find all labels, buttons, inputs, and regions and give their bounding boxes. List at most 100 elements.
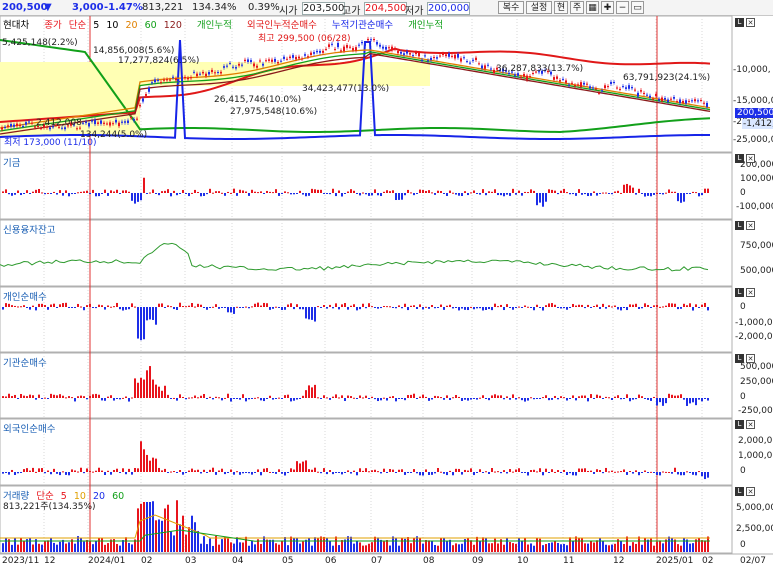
individual-bar xyxy=(461,307,463,309)
volume-bar xyxy=(401,538,403,552)
foreign-bar xyxy=(434,472,436,474)
foreign-bar xyxy=(566,472,568,476)
candle-body xyxy=(301,58,303,60)
candle-body xyxy=(445,54,447,57)
gigeum-bar xyxy=(8,193,10,195)
candle-body xyxy=(652,98,654,100)
individual-bar xyxy=(173,307,175,310)
gigeum-bar xyxy=(683,193,685,202)
candle-body xyxy=(112,123,114,125)
ma-120: 120 xyxy=(163,20,182,31)
panel-close-icon[interactable]: ✕ xyxy=(746,354,755,363)
panel-close-icon[interactable]: ✕ xyxy=(746,18,755,27)
institution-bar xyxy=(470,398,472,400)
individual-bar xyxy=(104,307,106,310)
candle-body xyxy=(403,53,405,55)
institution-bar xyxy=(500,395,502,398)
gigeum-bar xyxy=(524,191,526,193)
candle-body xyxy=(406,51,408,54)
x-tick: 10 xyxy=(517,556,529,566)
gigeum-bar xyxy=(530,189,532,193)
volume-bar xyxy=(20,537,22,552)
institution-bar xyxy=(161,390,163,398)
institution-bar xyxy=(182,396,184,398)
individual-bar xyxy=(182,306,184,308)
institution-bar xyxy=(656,398,658,406)
gigeum-bar xyxy=(425,190,427,193)
foreign-bar xyxy=(233,472,235,475)
foreign-bar xyxy=(173,471,175,473)
x-tick: 05 xyxy=(282,556,294,566)
individual-bar xyxy=(638,307,640,309)
panel-menu-icon[interactable]: L xyxy=(735,18,744,27)
individual-bar xyxy=(281,307,283,311)
institution-bar xyxy=(608,397,610,399)
min-price-annotation: 최저 173,000 (11/10) xyxy=(4,138,97,148)
foreign-bar xyxy=(647,472,649,473)
panel-close-icon[interactable]: ✕ xyxy=(746,288,755,297)
individual-bar xyxy=(293,307,295,310)
foreign-bar xyxy=(74,470,76,472)
institution-bar xyxy=(671,394,673,398)
volume-bar xyxy=(434,544,436,552)
individual-bar xyxy=(416,307,418,309)
candle-body xyxy=(382,46,384,49)
gigeum-bar xyxy=(209,188,211,193)
volume-bar xyxy=(521,540,523,552)
panel-close-icon[interactable]: ✕ xyxy=(746,487,755,496)
institution-bar xyxy=(140,377,142,398)
candle-body xyxy=(364,43,366,46)
foreign-bar xyxy=(170,471,172,473)
panel-close-icon[interactable]: ✕ xyxy=(746,420,755,429)
volume-bar xyxy=(383,541,385,552)
volume-bar xyxy=(182,515,184,552)
individual-bar xyxy=(161,303,163,307)
institution-bar xyxy=(68,396,70,398)
institution-tick: 0 xyxy=(740,392,746,402)
panel-menu-icon[interactable]: L xyxy=(735,154,744,163)
panel-close-icon[interactable]: ✕ xyxy=(746,154,755,163)
panel-menu-icon[interactable]: L xyxy=(735,288,744,297)
volume-bar xyxy=(23,541,25,552)
legend-institution-cum: 누적기관순매수 xyxy=(331,20,394,31)
gigeum-bar xyxy=(527,192,529,194)
institution-bar xyxy=(59,394,61,398)
gigeum-bar xyxy=(635,193,637,195)
candle-body xyxy=(172,76,174,78)
gigeum-bar xyxy=(332,188,334,193)
foreign-bar xyxy=(242,472,244,474)
panel-menu-icon[interactable]: L xyxy=(735,487,744,496)
candle-body xyxy=(523,73,525,77)
gigeum-bar xyxy=(455,193,457,195)
individual-bar xyxy=(53,303,55,307)
volume-bar xyxy=(98,537,100,552)
gigeum-bar xyxy=(227,191,229,193)
foreign-bar xyxy=(485,471,487,473)
volume-bar xyxy=(611,544,613,552)
panel-menu-icon[interactable]: L xyxy=(735,354,744,363)
institution-bar xyxy=(359,395,361,398)
individual-bar xyxy=(644,303,646,307)
annotation-2: 14,856,008(5.6%) xyxy=(93,46,175,56)
candle-body xyxy=(121,121,123,123)
candle-body xyxy=(682,100,684,103)
foreign-bar xyxy=(410,472,412,473)
institution-bar xyxy=(269,395,271,398)
individual-bar xyxy=(245,306,247,308)
volume-bar xyxy=(638,536,640,552)
volume-bar xyxy=(410,543,412,552)
panel-close-icon[interactable]: ✕ xyxy=(746,221,755,230)
individual-bar xyxy=(146,307,148,321)
gigeum-bar xyxy=(275,189,277,193)
institution-bar xyxy=(212,398,214,400)
panel-menu-icon[interactable]: L xyxy=(735,221,744,230)
panel-menu-icon[interactable]: L xyxy=(735,420,744,429)
candle-body xyxy=(238,63,240,66)
foreign-bar xyxy=(251,472,253,475)
candle-body xyxy=(586,83,588,85)
foreign-bar xyxy=(47,470,49,472)
foreign-bar xyxy=(320,472,322,474)
gigeum-bar xyxy=(602,192,604,194)
foreign-bar xyxy=(53,468,55,472)
candle-body xyxy=(484,65,486,69)
